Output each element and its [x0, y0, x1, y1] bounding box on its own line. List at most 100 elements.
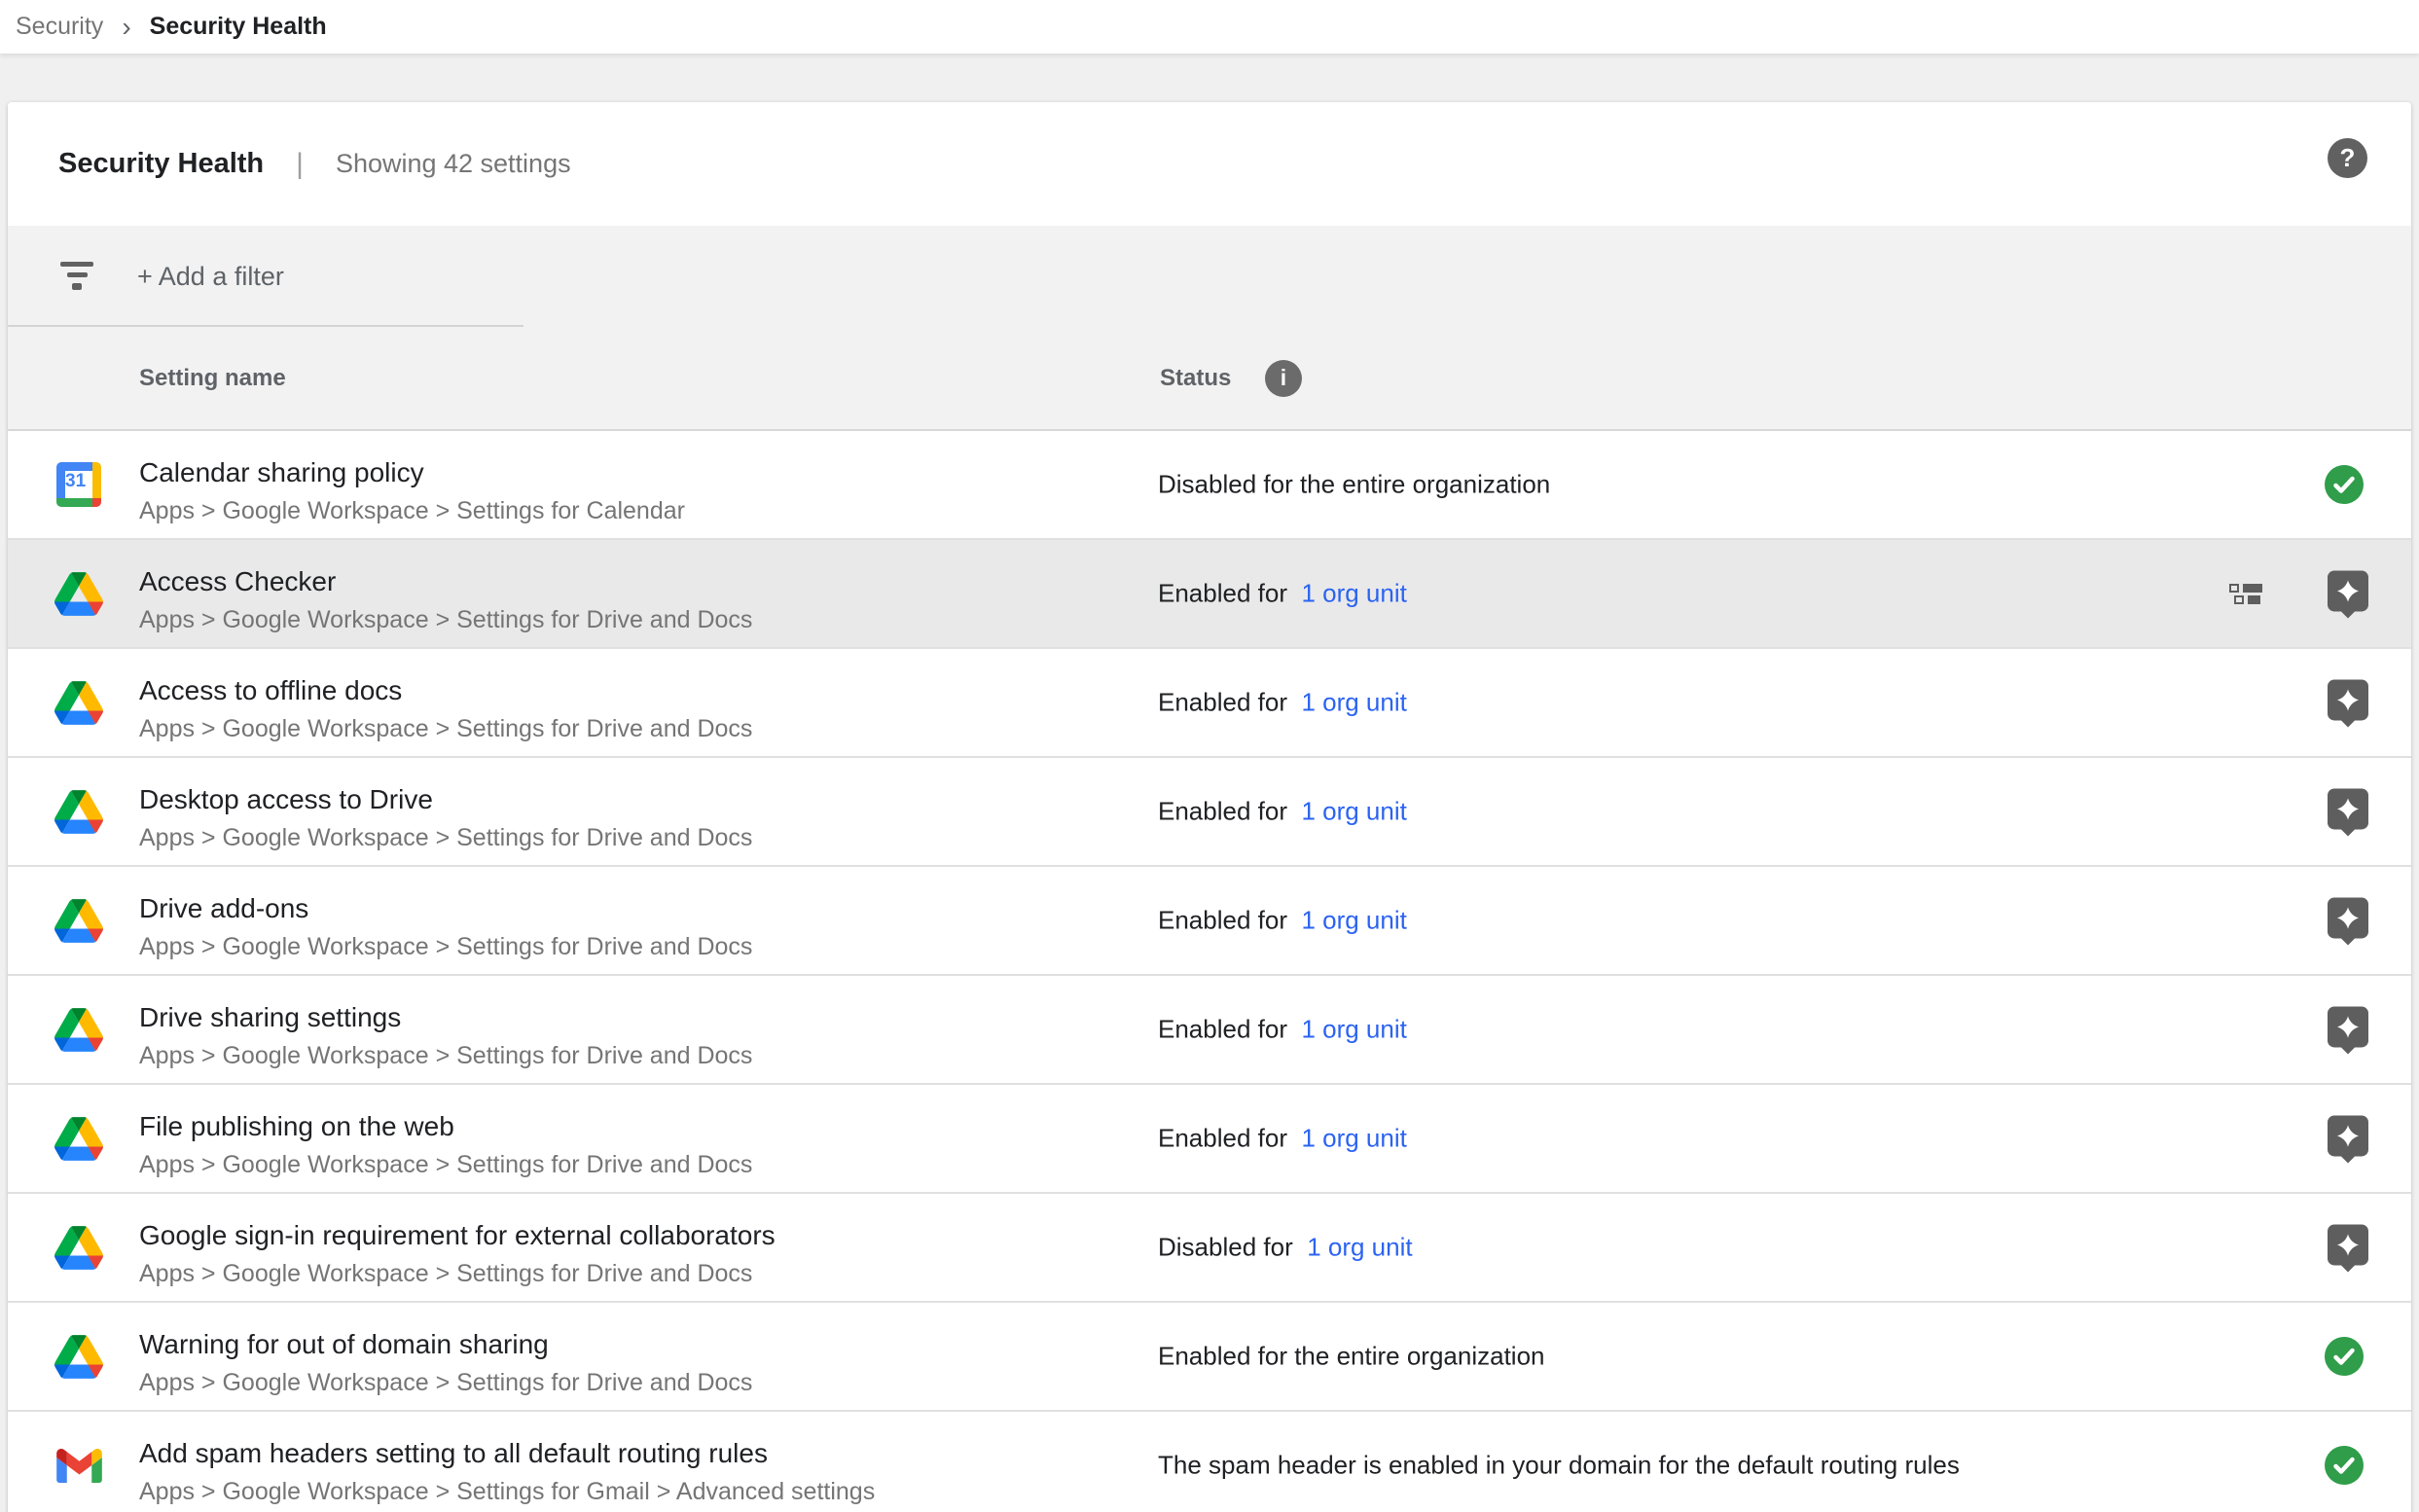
setting-path: Apps > Google Workspace > Settings for D… [139, 606, 752, 634]
setting-path: Apps > Google Workspace > Settings for D… [139, 1260, 752, 1288]
google-drive-icon [54, 1004, 104, 1055]
status-text: Disabled for the entire organization [1158, 470, 1550, 499]
status-text: Enabled for [1158, 688, 1294, 717]
org-unit-link[interactable]: 1 org unit [1294, 906, 1407, 935]
org-units-icon[interactable] [2229, 584, 2262, 603]
google-calendar-icon: 31 [54, 459, 104, 510]
status-text: Enabled for the entire organization [1158, 1342, 1545, 1371]
table-row[interactable]: Add spam headers setting to all default … [8, 1412, 2411, 1512]
table-row[interactable]: Drive add-ons Apps > Google Workspace > … [8, 867, 2411, 976]
page-title: Security Health [58, 148, 264, 180]
sparkle-star-icon [2334, 577, 2362, 604]
sparkle-star-icon [2334, 795, 2362, 822]
recommendation-badge-icon[interactable] [2328, 679, 2368, 720]
status-text: Disabled for [1158, 1233, 1300, 1262]
table-row[interactable]: Drive sharing settings Apps > Google Wor… [8, 976, 2411, 1085]
breadcrumb-security-link[interactable]: Security [16, 13, 103, 41]
recommendation-badge-icon[interactable] [2328, 788, 2368, 829]
google-drive-icon [54, 1331, 104, 1382]
setting-title: Drive sharing settings [139, 1002, 401, 1033]
status-cell: Enabled for 1 org unit [1158, 906, 1407, 936]
org-unit-link[interactable]: 1 org unit [1294, 579, 1407, 608]
org-unit-link[interactable]: 1 org unit [1294, 1124, 1407, 1153]
status-text: Enabled for [1158, 1015, 1294, 1044]
filter-bar: + Add a filter [8, 226, 2411, 327]
status-cell: Disabled for the entire organization [1158, 470, 1550, 500]
column-header-status: Status [1160, 365, 1231, 392]
recommendation-badge-icon[interactable] [2328, 897, 2368, 938]
status-cell: Disabled for 1 org unit [1158, 1233, 1413, 1263]
chevron-right-icon: › [122, 14, 130, 41]
status-cell: The spam header is enabled in your domai… [1158, 1451, 1960, 1481]
settings-count: Showing 42 settings [336, 149, 571, 179]
google-drive-icon [54, 677, 104, 728]
status-cell: Enabled for 1 org unit [1158, 688, 1407, 718]
recommendation-badge-icon[interactable] [2328, 570, 2368, 611]
settings-table-body: 31 Calendar sharing policy Apps > Google… [8, 431, 2411, 1512]
sparkle-star-icon [2334, 904, 2362, 931]
setting-title: Warning for out of domain sharing [139, 1329, 549, 1360]
google-drive-icon [54, 568, 104, 619]
status-ok-icon [2325, 1446, 2364, 1485]
recommendation-badge-icon[interactable] [2328, 1006, 2368, 1047]
status-text: Enabled for [1158, 1124, 1294, 1153]
status-info-icon[interactable]: i [1265, 360, 1302, 397]
google-drive-icon [54, 786, 104, 837]
add-filter-button[interactable]: + Add a filter [137, 226, 284, 327]
setting-title: File publishing on the web [139, 1111, 454, 1142]
status-cell: Enabled for 1 org unit [1158, 579, 1407, 609]
table-row[interactable]: Desktop access to Drive Apps > Google Wo… [8, 758, 2411, 867]
table-row[interactable]: 31 Calendar sharing policy Apps > Google… [8, 431, 2411, 540]
table-row[interactable]: Access to offline docs Apps > Google Wor… [8, 649, 2411, 758]
setting-path: Apps > Google Workspace > Settings for D… [139, 1151, 752, 1179]
security-health-card: Security Health | Showing 42 settings ? … [8, 102, 2411, 1512]
breadcrumb: Security › Security Health [0, 0, 2419, 54]
status-text: The spam header is enabled in your domai… [1158, 1451, 1960, 1480]
recommendation-badge-icon[interactable] [2328, 1224, 2368, 1265]
table-row[interactable]: Warning for out of domain sharing Apps >… [8, 1303, 2411, 1412]
setting-path: Apps > Google Workspace > Settings for D… [139, 715, 752, 743]
status-text: Enabled for [1158, 797, 1294, 826]
help-icon[interactable]: ? [2328, 138, 2367, 178]
setting-path: Apps > Google Workspace > Settings for G… [139, 1478, 875, 1506]
setting-path: Apps > Google Workspace > Settings for D… [139, 1369, 752, 1397]
table-row[interactable]: Google sign-in requirement for external … [8, 1194, 2411, 1303]
title-divider: | [296, 148, 304, 181]
setting-title: Drive add-ons [139, 893, 308, 924]
column-header-setting-name: Setting name [139, 365, 286, 392]
google-drive-icon [54, 1113, 104, 1164]
security-health-page: Security › Security Health Security Heal… [0, 0, 2419, 1512]
sparkle-star-icon [2334, 1122, 2362, 1149]
recommendation-badge-icon[interactable] [2328, 1115, 2368, 1156]
google-drive-icon [54, 1222, 104, 1273]
table-row[interactable]: File publishing on the web Apps > Google… [8, 1085, 2411, 1194]
google-drive-icon [54, 895, 104, 946]
setting-title: Calendar sharing policy [139, 457, 424, 488]
status-cell: Enabled for the entire organization [1158, 1342, 1545, 1372]
setting-path: Apps > Google Workspace > Settings for C… [139, 497, 685, 525]
setting-title: Access to offline docs [139, 675, 402, 706]
setting-path: Apps > Google Workspace > Settings for D… [139, 1042, 752, 1070]
sparkle-star-icon [2334, 1231, 2362, 1258]
status-cell: Enabled for 1 org unit [1158, 1015, 1407, 1045]
status-cell: Enabled for 1 org unit [1158, 1124, 1407, 1154]
table-header: Setting name Status i [8, 327, 2411, 431]
org-unit-link[interactable]: 1 org unit [1294, 797, 1407, 826]
status-ok-icon [2325, 465, 2364, 504]
setting-title: Desktop access to Drive [139, 784, 433, 815]
setting-path: Apps > Google Workspace > Settings for D… [139, 933, 752, 961]
org-unit-link[interactable]: 1 org unit [1294, 1015, 1407, 1044]
status-ok-icon [2325, 1337, 2364, 1376]
status-text: Enabled for [1158, 579, 1294, 608]
status-cell: Enabled for 1 org unit [1158, 797, 1407, 827]
setting-title: Add spam headers setting to all default … [139, 1438, 768, 1469]
setting-title: Access Checker [139, 566, 336, 597]
filter-icon[interactable] [60, 262, 93, 296]
org-unit-link[interactable]: 1 org unit [1294, 688, 1407, 717]
breadcrumb-current: Security Health [150, 13, 327, 41]
card-header: Security Health | Showing 42 settings ? [8, 102, 2411, 226]
org-unit-link[interactable]: 1 org unit [1300, 1233, 1413, 1262]
table-row[interactable]: Access Checker Apps > Google Workspace >… [8, 540, 2411, 649]
sparkle-star-icon [2334, 1013, 2362, 1040]
status-text: Enabled for [1158, 906, 1294, 935]
